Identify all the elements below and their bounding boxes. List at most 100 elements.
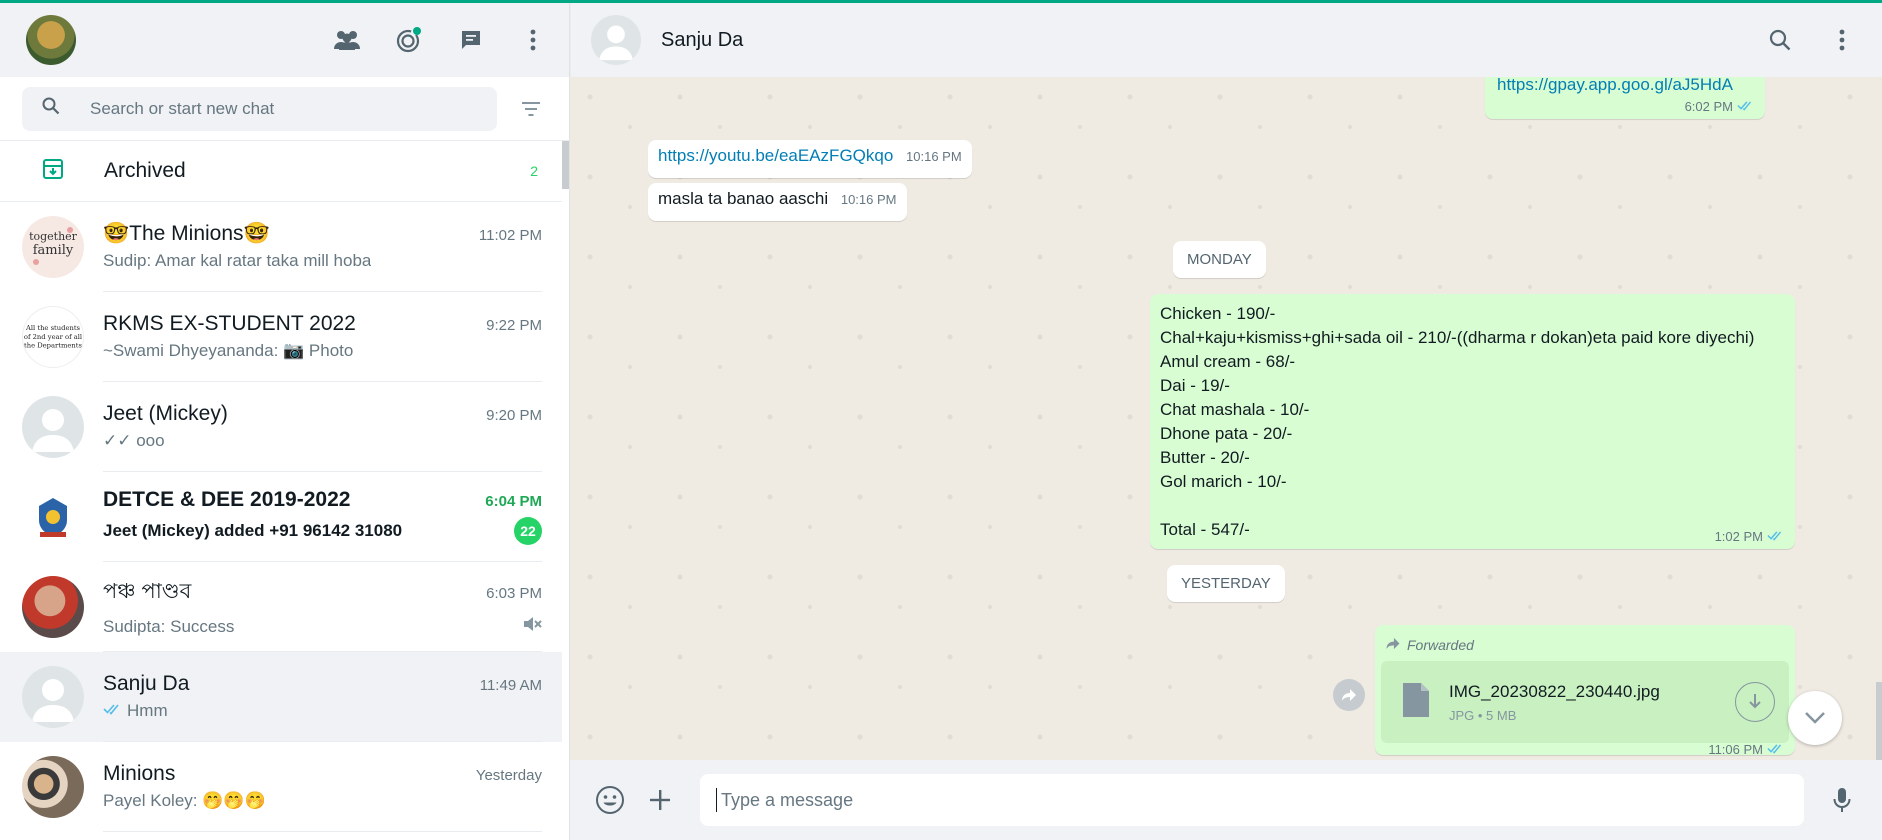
chat-item-minions[interactable]: Minions Yesterday Payel Koley: 🤭🤭🤭 bbox=[0, 742, 562, 832]
message-outgoing[interactable]: https://gpay.app.goo.gl/aJ5HdA 6:02 PM bbox=[1485, 77, 1765, 119]
text-caret bbox=[716, 788, 717, 812]
new-chat-icon[interactable] bbox=[451, 20, 491, 60]
chat-name: পঞ্চ পাণ্ডব bbox=[103, 580, 192, 603]
chat-time: 6:04 PM bbox=[485, 493, 542, 510]
forwarded-label: Forwarded bbox=[1407, 637, 1474, 653]
archived-count: 2 bbox=[530, 163, 538, 179]
message-input[interactable]: Type a message bbox=[700, 774, 1804, 826]
sidebar-header-icons bbox=[327, 20, 553, 60]
contact-avatar[interactable] bbox=[591, 15, 641, 65]
svg-text:All the students: All the students bbox=[25, 324, 81, 332]
message-time: 11:06 PM bbox=[1708, 742, 1763, 757]
default-avatar-icon bbox=[22, 396, 84, 458]
conversation-panel: Sanju Da https://gpay.app.goo.gl/aJ5HdA … bbox=[570, 3, 1882, 840]
chat-time: Yesterday bbox=[475, 767, 542, 784]
my-profile-avatar[interactable] bbox=[26, 15, 76, 65]
chat-item-body: পঞ্চ পাণ্ডব 6:03 PM Sudipta: Success bbox=[103, 562, 542, 652]
message-incoming[interactable]: https://youtu.be/eaEAzFGQkqo 10:16 PM bbox=[648, 140, 972, 178]
chat-item-sanju-da[interactable]: Sanju Da 11:49 AM Hmm bbox=[0, 652, 562, 742]
avatar bbox=[22, 756, 84, 818]
chat-time: 11:02 PM bbox=[478, 227, 542, 244]
chat-item-rkms-ex-student[interactable]: All the students of 2nd year of all the De… bbox=[0, 292, 562, 382]
chat-preview: ~Swami Dhyeyananda: 📷 Photo bbox=[103, 341, 354, 360]
composer: Type a message bbox=[570, 760, 1882, 840]
message-line: Butter - 20/- bbox=[1160, 448, 1250, 467]
message-area-scrollbar[interactable] bbox=[1876, 682, 1882, 760]
archived-label: Archived bbox=[104, 159, 186, 182]
chat-preview: Sudip: Amar kal ratar taka mill hoba bbox=[103, 251, 372, 270]
search-icon[interactable] bbox=[1760, 20, 1800, 60]
microphone-icon[interactable] bbox=[1822, 780, 1862, 820]
message-outgoing[interactable]: Chicken - 190/- Chal+kaju+kismiss+ghi+sa… bbox=[1150, 294, 1795, 549]
scroll-to-bottom-button[interactable] bbox=[1788, 691, 1842, 745]
chat-time: 6:03 PM bbox=[486, 585, 542, 602]
menu-icon[interactable] bbox=[1822, 20, 1862, 60]
message-incoming[interactable]: masla ta banao aaschi 10:16 PM bbox=[648, 183, 907, 221]
chat-name: 🤓The Minions🤓 bbox=[103, 222, 270, 245]
message-input-placeholder: Type a message bbox=[721, 789, 854, 810]
chat-item-body: Sanju Da 11:49 AM Hmm bbox=[103, 652, 542, 742]
message-time: 10:16 PM bbox=[906, 149, 962, 164]
search-placeholder: Search or start new chat bbox=[90, 98, 275, 118]
download-icon[interactable] bbox=[1735, 682, 1775, 722]
chat-item-pancha-pandab[interactable]: পঞ্চ পাণ্ডব 6:03 PM Sudipta: Success bbox=[0, 562, 562, 652]
emoji-icon[interactable] bbox=[590, 780, 630, 820]
search-input[interactable]: Search or start new chat bbox=[22, 86, 497, 131]
message-link[interactable]: https://gpay.app.goo.gl/aJ5HdA bbox=[1497, 77, 1753, 95]
message-line: Chat mashala - 10/- bbox=[1160, 400, 1310, 419]
attach-plus-icon[interactable] bbox=[640, 780, 680, 820]
chat-time: 9:20 PM bbox=[486, 407, 542, 424]
chat-name: Minions bbox=[103, 762, 176, 785]
chat-preview: Payel Koley: 🤭🤭🤭 bbox=[103, 791, 266, 810]
message-text: Chicken - 190/- Chal+kaju+kismiss+ghi+sa… bbox=[1160, 302, 1785, 542]
menu-icon[interactable] bbox=[513, 20, 553, 60]
contact-name[interactable]: Sanju Da bbox=[661, 29, 743, 52]
message-area: https://gpay.app.goo.gl/aJ5HdA 6:02 PM h… bbox=[570, 77, 1882, 760]
chat-preview: ✓✓ ooo bbox=[103, 431, 165, 450]
message-line: Total - 547/- bbox=[1160, 520, 1250, 539]
message-line: Gol marich - 10/- bbox=[1160, 472, 1287, 491]
chat-preview: Jeet (Mickey) added +91 96142 31080 bbox=[103, 521, 403, 540]
date-divider: YESTERDAY bbox=[1167, 565, 1285, 602]
file-attachment[interactable]: IMG_20230822_230440.jpg JPG • 5 MB bbox=[1381, 661, 1789, 743]
avatar bbox=[22, 486, 84, 548]
message-time: 6:02 PM bbox=[1684, 99, 1733, 114]
conversation-header[interactable]: Sanju Da bbox=[570, 3, 1882, 77]
filter-icon[interactable] bbox=[511, 89, 551, 129]
archived-row[interactable]: Archived 2 bbox=[0, 141, 562, 202]
default-avatar-icon bbox=[22, 666, 84, 728]
communities-icon[interactable] bbox=[327, 20, 367, 60]
sidebar-header bbox=[0, 3, 569, 77]
message-line: Chicken - 190/- bbox=[1160, 304, 1276, 323]
forward-icon[interactable] bbox=[1333, 679, 1365, 711]
search-bar: Search or start new chat bbox=[0, 77, 569, 141]
avatar: All the students of 2nd year of all the De… bbox=[22, 306, 84, 368]
chat-name: DETCE & DEE 2019-2022 bbox=[103, 488, 351, 511]
search-icon bbox=[42, 97, 60, 120]
message-text: masla ta banao aaschi bbox=[658, 189, 829, 208]
status-icon[interactable] bbox=[389, 20, 429, 60]
chat-name: Jeet (Mickey) bbox=[103, 402, 228, 425]
chat-name: RKMS EX-STUDENT 2022 bbox=[103, 312, 356, 335]
archive-icon bbox=[42, 158, 64, 185]
chat-item-body: Jeet (Mickey) 9:20 PM ✓✓ ooo bbox=[103, 382, 542, 472]
svg-text:the Departments: the Departments bbox=[24, 342, 82, 350]
chat-list-scrollbar[interactable] bbox=[562, 141, 569, 189]
file-meta: JPG • 5 MB bbox=[1449, 707, 1517, 723]
message-outgoing-file[interactable]: Forwarded IMG_20230822_230440.jpg JPG • … bbox=[1375, 625, 1795, 757]
conversation-header-icons bbox=[1760, 20, 1862, 60]
chat-item-body: 🤓The Minions🤓 11:02 PM Sudip: Amar kal ra… bbox=[103, 202, 542, 292]
file-name: IMG_20230822_230440.jpg bbox=[1449, 681, 1660, 701]
message-line: Dhone pata - 20/- bbox=[1160, 424, 1293, 443]
chat-list: Archived 2 together family 🤓The Minions🤓 1… bbox=[0, 141, 569, 840]
chat-item-the-minions[interactable]: together family 🤓The Minions🤓 11:02 PM Sud… bbox=[0, 202, 562, 292]
chat-item-jeet-mickey[interactable]: Jeet (Mickey) 9:20 PM ✓✓ ooo bbox=[0, 382, 562, 472]
message-line: Dai - 19/- bbox=[1160, 376, 1230, 395]
chat-preview: Hmm bbox=[127, 701, 168, 720]
message-link[interactable]: https://youtu.be/eaEAzFGQkqo bbox=[658, 146, 893, 165]
chat-item-detce-dee[interactable]: DETCE & DEE 2019-2022 6:04 PM Jeet (Micke… bbox=[0, 472, 562, 562]
svg-text:of 2nd year of all: of 2nd year of all bbox=[24, 333, 82, 341]
chat-name: Sanju Da bbox=[103, 672, 190, 695]
forwarded-icon bbox=[1385, 635, 1401, 655]
unread-badge: 22 bbox=[514, 517, 542, 545]
